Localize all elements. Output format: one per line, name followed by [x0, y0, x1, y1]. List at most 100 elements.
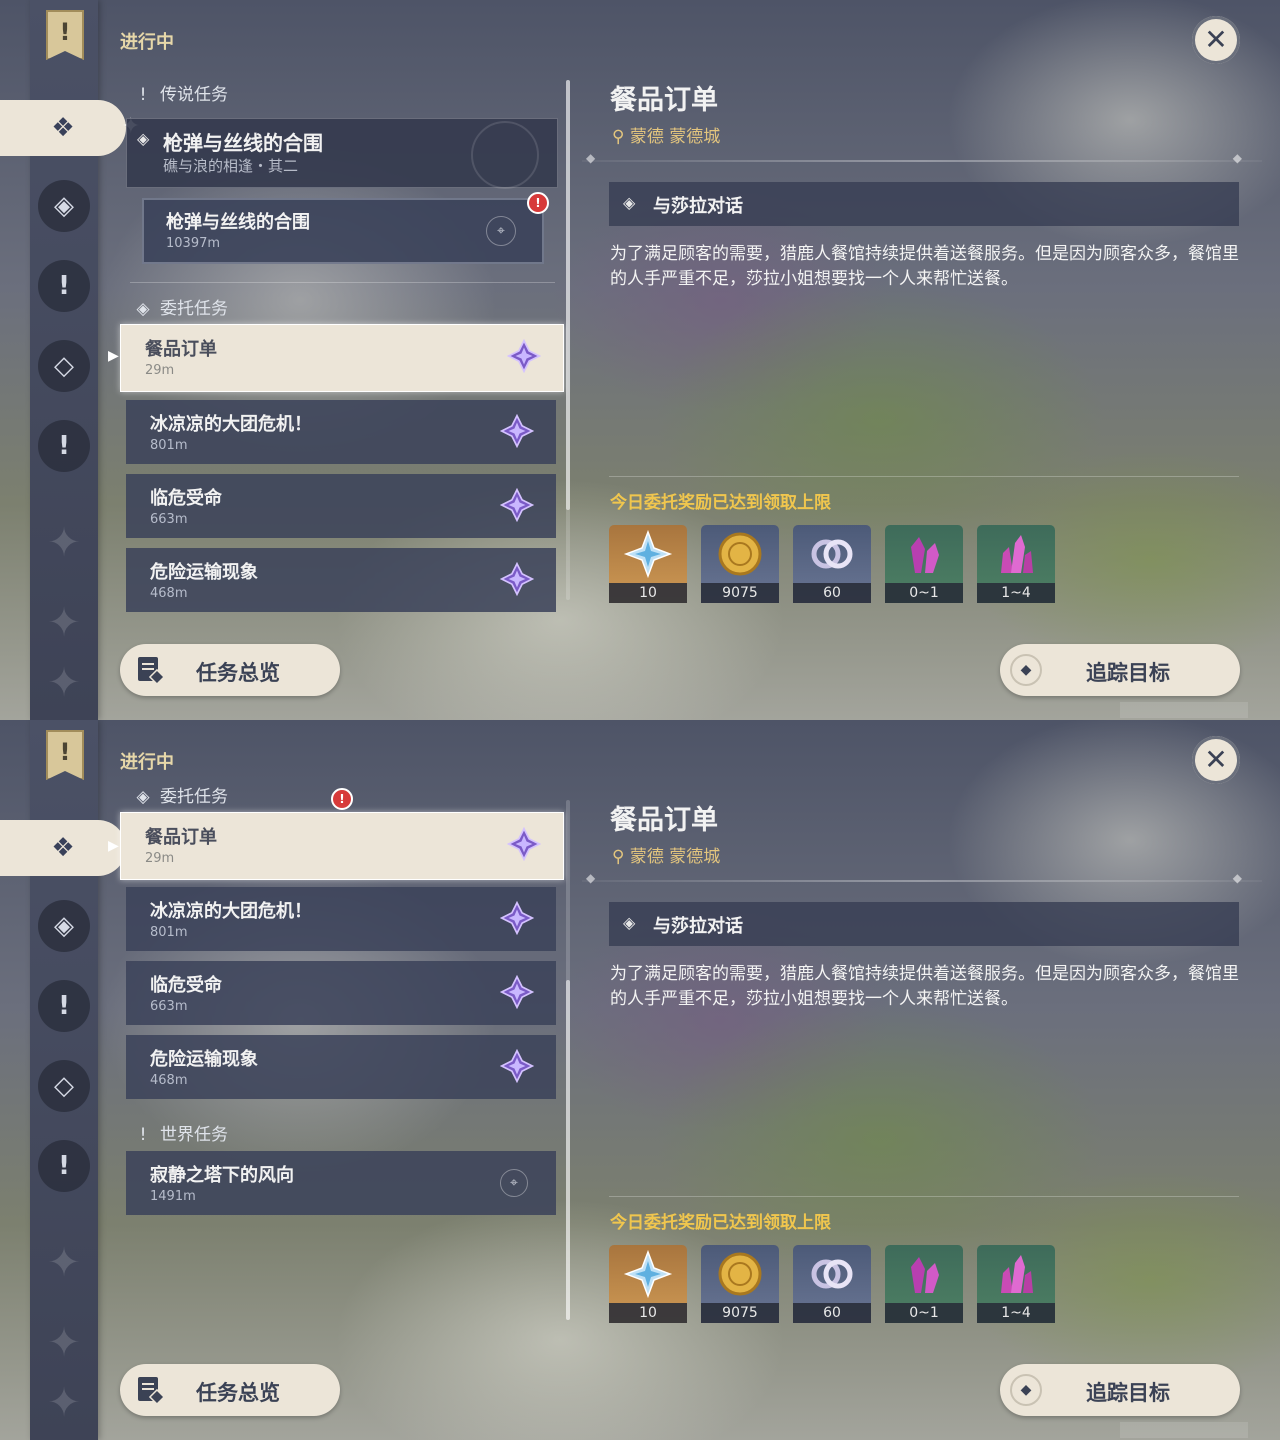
quest-screen-1: ! ❖✦ ◈ ! ◇ ! ✦ ✦ ✦ 进行中 !传说任务 ◈ 枪弹与丝线的合围 …	[0, 0, 1280, 720]
track-objective-button[interactable]: ◆ 追踪目标	[1000, 644, 1240, 696]
divider	[582, 871, 1262, 885]
commission-card[interactable]: 冰凉凉的大团危机！ 801m	[126, 400, 556, 464]
world-quest-card[interactable]: 寂静之塔下的风向 1491m ⌖	[126, 1151, 556, 1215]
reward-count: 0~1	[885, 1303, 963, 1323]
mystic-crystal-icon	[911, 537, 939, 573]
commission-star-icon	[500, 1049, 534, 1083]
quest-list-scrollbar[interactable]	[566, 800, 570, 1320]
archon-tab[interactable]: ◇	[38, 340, 90, 392]
exclamation-icon: !	[58, 1151, 70, 1181]
world-tab[interactable]: !	[38, 980, 90, 1032]
quest-title: 冰凉凉的大团危机！	[150, 901, 312, 922]
quest-list-scrollbar[interactable]	[566, 80, 570, 600]
reward-item[interactable]: 10	[609, 525, 687, 603]
quest-distance: 29m	[145, 363, 175, 378]
commission-section-label: ◈ 委托任务	[134, 294, 228, 319]
quest-subtitle: 礁与浪的相逢・其二	[163, 157, 299, 175]
legend-quest-card[interactable]: ◈ 枪弹与丝线的合围 礁与浪的相逢・其二	[126, 118, 558, 189]
button-label: 追踪目标	[1086, 661, 1170, 685]
archon-quest-icon: ◇	[54, 1071, 74, 1101]
commission-card[interactable]: 冰凉凉的大团危机！ 801m	[126, 887, 556, 951]
legend-subquest-card[interactable]: 枪弹与丝线的合围 10397m ⌖	[142, 198, 544, 264]
event-tab[interactable]: !	[38, 1140, 90, 1192]
quest-description: 为了满足顾客的需要，猎鹿人餐馆持续提供着送餐服务。但是因为顾客众多，餐馆里的人手…	[610, 964, 1239, 1009]
close-button[interactable]: ✕	[1192, 736, 1240, 784]
quest-title: 寂静之塔下的风向	[150, 1165, 294, 1186]
location-pin-icon: ⚲	[612, 127, 630, 147]
reward-item[interactable]: 9075	[701, 1245, 779, 1323]
commission-diamonds-icon: ❖	[51, 833, 75, 863]
exclamation-icon: !	[139, 1125, 147, 1145]
adventure-crystal-icon	[1001, 535, 1033, 573]
selected-caret-icon: ▶	[108, 348, 119, 364]
objective-row: ◈ 与莎拉对话	[609, 902, 1239, 946]
event-tab[interactable]: !	[38, 420, 90, 472]
divider	[130, 282, 555, 283]
track-objective-button[interactable]: ◆ 追踪目标	[1000, 1364, 1240, 1416]
commission-star-icon	[500, 901, 534, 935]
reward-item[interactable]: 0~1	[885, 525, 963, 603]
reward-item[interactable]: 1~4	[977, 1245, 1055, 1323]
category-rail: ! ❖✦ ◈ ! ◇ ! ✦ ✦ ✦	[0, 720, 140, 1440]
primogem-icon	[623, 529, 673, 579]
commission-diamond-icon: ◈	[136, 787, 150, 807]
bookmark-icon[interactable]: !	[46, 10, 84, 60]
exclamation-icon: !	[139, 85, 147, 105]
commission-card[interactable]: 临危受命 663m	[126, 961, 556, 1025]
commission-star-icon	[507, 339, 541, 373]
decor-star-icon: ✦	[47, 600, 81, 646]
in-progress-heading: 进行中	[120, 752, 174, 773]
quest-distance: 1491m	[150, 1189, 196, 1204]
location-pin-icon[interactable]: ⌖	[500, 1169, 528, 1197]
objective-diamond-icon: ◈	[623, 913, 636, 932]
close-button[interactable]: ✕	[1192, 16, 1240, 64]
reward-item[interactable]: 0~1	[885, 1245, 963, 1323]
commission-star-icon	[500, 562, 534, 596]
decor-star-icon: ✦	[47, 1380, 81, 1426]
commission-card[interactable]: 危险运输现象 468m	[126, 548, 556, 612]
bookmark-icon[interactable]: !	[46, 730, 84, 780]
commission-tab[interactable]: ❖✦	[0, 100, 140, 156]
objective-text: 与莎拉对话	[653, 916, 743, 937]
quest-distance: 663m	[150, 512, 188, 527]
divider	[609, 1196, 1239, 1197]
bottom-bar	[1120, 1422, 1248, 1438]
reward-count: 10	[609, 583, 687, 603]
quest-title: 危险运输现象	[150, 1049, 258, 1070]
reward-item[interactable]: 60	[793, 1245, 871, 1323]
commission-card[interactable]: 临危受命 663m	[126, 474, 556, 538]
reward-count: 1~4	[977, 583, 1055, 603]
quest-log-icon	[138, 1377, 166, 1406]
legend-tab[interactable]: ◈	[38, 900, 90, 952]
commission-card[interactable]: 餐品订单 29m	[120, 324, 564, 392]
quest-distance: 663m	[150, 999, 188, 1014]
mora-icon	[718, 532, 762, 576]
legend-tab[interactable]: ◈	[38, 180, 90, 232]
reward-item[interactable]: 9075	[701, 525, 779, 603]
scrollbar-thumb[interactable]	[566, 980, 570, 1320]
divider	[582, 151, 1262, 165]
quest-title: 餐品订单	[145, 827, 217, 848]
world-tab[interactable]: !	[38, 260, 90, 312]
quest-log-icon	[138, 657, 166, 686]
reward-item[interactable]: 60	[793, 525, 871, 603]
quest-overview-button[interactable]: 任务总览	[120, 644, 340, 696]
decor-star-icon: ✦	[47, 1240, 81, 1286]
location-pin-icon[interactable]: ⌖	[486, 216, 516, 246]
commission-card[interactable]: 餐品订单 29m	[120, 812, 564, 880]
reward-item[interactable]: 1~4	[977, 525, 1055, 603]
reward-item[interactable]: 10	[609, 1245, 687, 1323]
archon-tab[interactable]: ◇	[38, 1060, 90, 1112]
reward-count: 1~4	[977, 1303, 1055, 1323]
commission-card[interactable]: 危险运输现象 468m	[126, 1035, 556, 1099]
reward-count: 9075	[701, 1303, 779, 1323]
quest-title: 餐品订单	[145, 339, 217, 360]
quest-overview-button[interactable]: 任务总览	[120, 1364, 340, 1416]
companionship-exp-icon	[811, 539, 853, 569]
scrollbar-thumb[interactable]	[566, 80, 570, 510]
close-icon: ✕	[1204, 23, 1228, 56]
reward-count: 0~1	[885, 583, 963, 603]
commission-star-icon	[500, 414, 534, 448]
quest-screen-2: ! ❖✦ ◈ ! ◇ ! ✦ ✦ ✦ 进行中 ◈委托任务 ! ▶ 餐品订单 29…	[0, 720, 1280, 1440]
bottom-bar	[1120, 702, 1248, 718]
